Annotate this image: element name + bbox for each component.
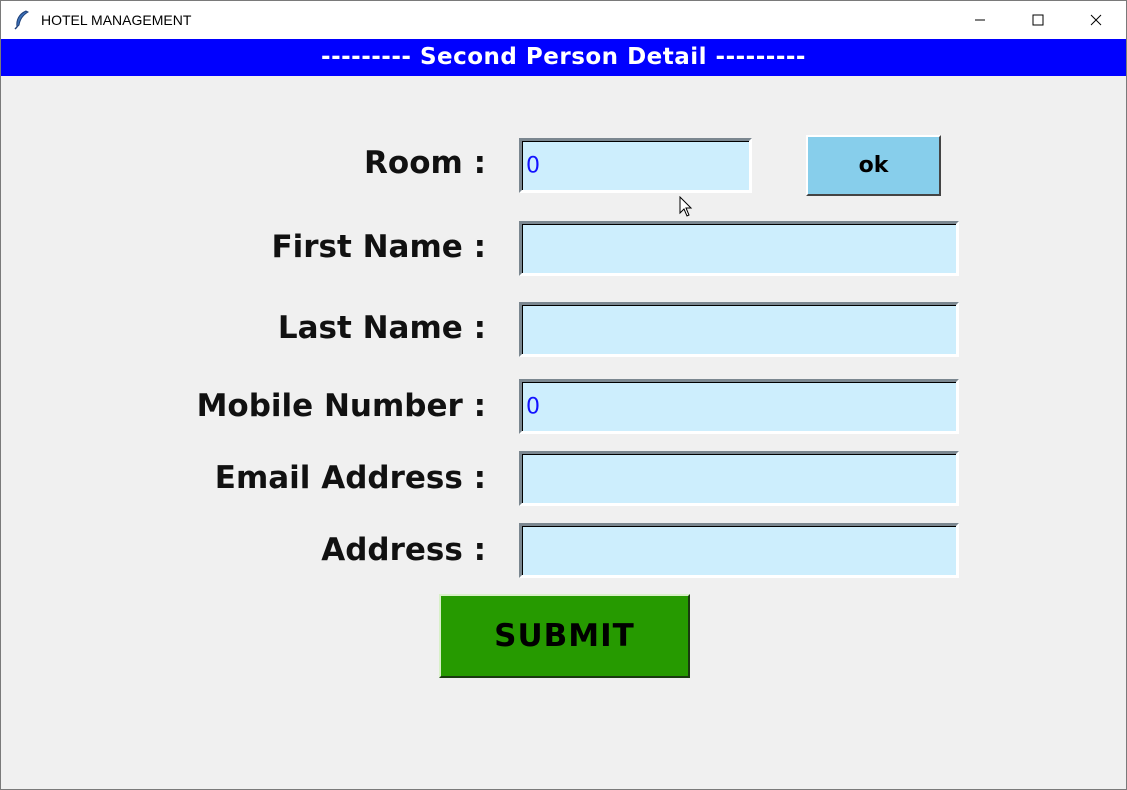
mobile-number-input[interactable]: 0 <box>519 379 959 434</box>
mouse-cursor-icon <box>679 195 693 218</box>
minimize-icon <box>974 14 986 26</box>
close-button[interactable] <box>1067 1 1125 39</box>
address-input[interactable] <box>519 523 959 578</box>
mobile-number-input-value: 0 <box>526 394 540 419</box>
email-address-input[interactable] <box>519 451 959 506</box>
first-name-input[interactable] <box>519 221 959 276</box>
room-input-value: 0 <box>526 153 540 178</box>
minimize-button[interactable] <box>951 1 1009 39</box>
room-input[interactable]: 0 <box>519 138 752 193</box>
mobile-number-label: Mobile Number : <box>196 388 486 424</box>
title-bar[interactable]: HOTEL MANAGEMENT <box>1 1 1126 39</box>
close-icon <box>1090 14 1102 26</box>
last-name-input[interactable] <box>519 302 959 357</box>
email-address-label: Email Address : <box>214 460 486 496</box>
address-label: Address : <box>321 532 486 568</box>
first-name-label: First Name : <box>271 229 486 265</box>
maximize-icon <box>1032 14 1044 26</box>
submit-button[interactable]: SUBMIT <box>439 594 690 678</box>
section-banner: --------- Second Person Detail --------- <box>1 39 1126 76</box>
ok-button[interactable]: ok <box>806 135 941 196</box>
feather-icon <box>13 10 31 30</box>
last-name-label: Last Name : <box>277 310 486 346</box>
room-label: Room : <box>364 145 486 181</box>
app-window: HOTEL MANAGEMENT --------- Second Person… <box>0 0 1127 790</box>
maximize-button[interactable] <box>1009 1 1067 39</box>
window-title: HOTEL MANAGEMENT <box>41 12 192 28</box>
